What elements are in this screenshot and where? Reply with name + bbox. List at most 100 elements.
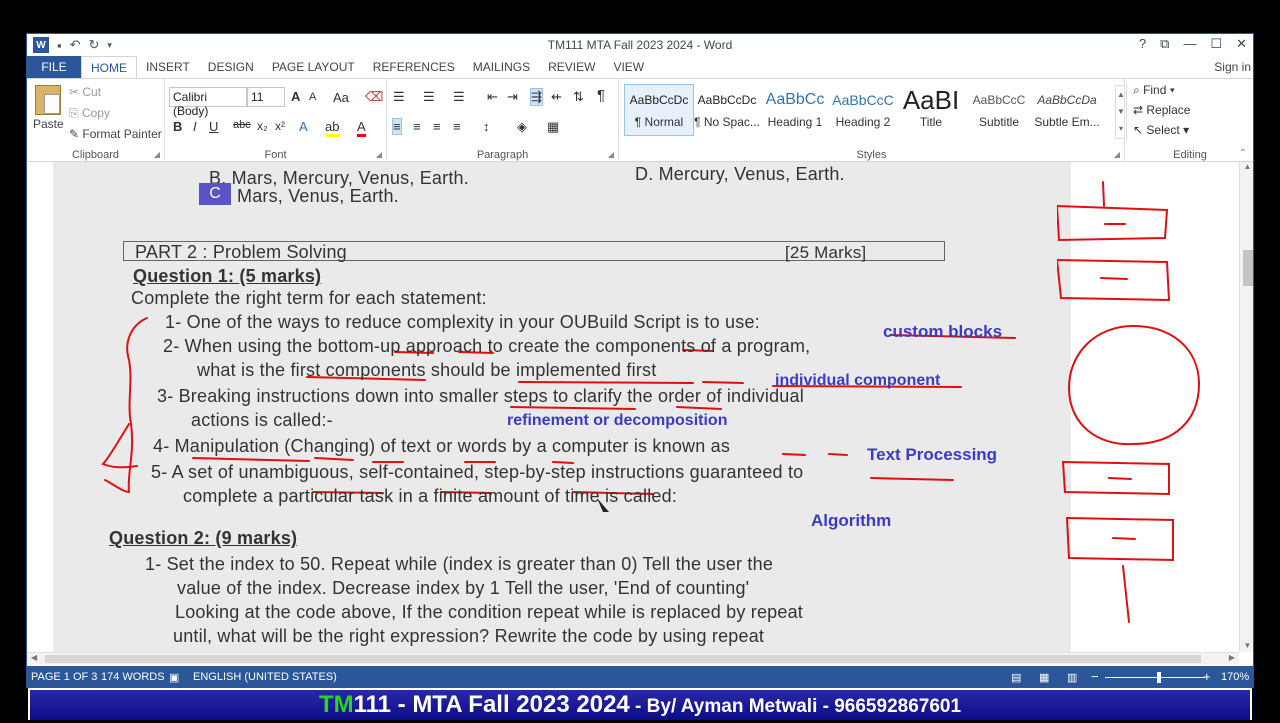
sign-in-link[interactable]: Sign in (1214, 60, 1251, 74)
horizontal-scrollbar[interactable]: ◀ ▶ (27, 652, 1239, 664)
clear-formatting-icon[interactable]: ⌫ (365, 89, 383, 105)
show-marks-icon[interactable]: ¶ (597, 87, 605, 104)
increase-indent-icon[interactable]: ⇥ (507, 89, 518, 105)
tab-insert[interactable]: INSERT (137, 56, 199, 78)
zoom-slider-thumb[interactable] (1157, 672, 1161, 683)
tab-design[interactable]: DESIGN (199, 56, 263, 78)
style-heading-2[interactable]: AaBbCcC Heading 2 (829, 85, 897, 135)
margin-drawing (1057, 181, 1201, 623)
tab-view[interactable]: VIEW (604, 56, 653, 78)
style-name: Heading 1 (767, 115, 823, 129)
styles-group: AaBbCcDc ¶ Normal AaBbCcDc ¶ No Spac... … (619, 79, 1127, 163)
underline-mark (676, 406, 722, 410)
tab-page-layout[interactable]: PAGE LAYOUT (263, 56, 364, 78)
change-case-icon[interactable]: Aa (333, 90, 349, 105)
replace-button[interactable]: ⇄ Replace (1133, 103, 1190, 117)
decrease-indent-icon[interactable]: ⇤ (487, 89, 498, 105)
zoom-slider[interactable] (1105, 677, 1205, 678)
subscript-icon[interactable]: x₂ (257, 119, 268, 133)
window-controls: ? ⧉ — ☐ ✕ (1139, 36, 1247, 52)
print-layout-icon[interactable]: ▦ (1039, 671, 1049, 684)
style-no-spacing[interactable]: AaBbCcDc ¶ No Spac... (693, 85, 761, 135)
sort-icon[interactable]: ⇅ (573, 89, 584, 105)
word-count[interactable]: 174 WORDS (101, 671, 165, 683)
strikethrough-icon[interactable]: abc (233, 119, 251, 131)
q1-item-2-cont: what is the first components should be i… (197, 360, 657, 380)
document-page[interactable]: B. Mars, Mercury, Venus, Earth. C Mars, … (53, 162, 1071, 652)
style-normal[interactable]: AaBbCcDc ¶ Normal (624, 84, 694, 136)
font-color-icon[interactable]: A (357, 119, 366, 137)
numbering-icon[interactable]: ☰ (423, 89, 435, 105)
proofing-icon[interactable]: ▣ (169, 671, 179, 684)
horizontal-scroll-thumb[interactable] (45, 655, 1201, 663)
scroll-down-icon[interactable]: ▼ (1240, 641, 1253, 650)
clipboard-launcher-icon[interactable]: ◢ (154, 150, 160, 159)
vertical-scroll-thumb[interactable] (1243, 250, 1253, 286)
align-left-icon[interactable]: ≡ (392, 118, 402, 135)
font-size-box[interactable]: 11 (247, 87, 285, 107)
option-c: Mars, Venus, Earth. (237, 186, 399, 206)
borders-icon[interactable]: ▦ (547, 119, 559, 135)
minimize-icon[interactable]: — (1183, 36, 1196, 52)
tab-home[interactable]: HOME (81, 56, 137, 78)
language[interactable]: ENGLISH (UNITED STATES) (193, 671, 337, 683)
zoom-out-button[interactable]: − (1091, 669, 1099, 684)
paragraph-launcher-icon[interactable]: ◢ (608, 150, 614, 159)
scroll-left-icon[interactable]: ◀ (31, 653, 37, 662)
cut-button[interactable]: ✂ Cut (69, 85, 101, 99)
styles-launcher-icon[interactable]: ◢ (1114, 150, 1120, 159)
text-effects-icon[interactable]: A (299, 119, 308, 134)
word-window: W ▪ ↶ ↻ ▾ TM111 MTA Fall 2023 2024 - Wor… (26, 33, 1254, 688)
document-area: B. Mars, Mercury, Venus, Earth. C Mars, … (27, 162, 1253, 664)
style-subtitle[interactable]: AaBbCcC Subtitle (965, 85, 1033, 135)
tab-references[interactable]: REFERENCES (364, 56, 464, 78)
grow-font-icon[interactable]: A (291, 89, 300, 104)
collapse-ribbon-icon[interactable]: ⌃ (1239, 148, 1247, 159)
line-spacing-icon[interactable]: ↕ (483, 119, 490, 134)
zoom-level[interactable]: 170% (1221, 671, 1249, 683)
shrink-font-icon[interactable]: A (309, 91, 316, 103)
font-launcher-icon[interactable]: ◢ (376, 150, 382, 159)
font-name-box[interactable]: Calibri (Body) (169, 87, 247, 118)
read-mode-icon[interactable]: ▤ (1011, 671, 1021, 684)
find-button[interactable]: ⌕ Find ▾ (1133, 83, 1175, 98)
bullets-icon[interactable]: ☰ (393, 89, 405, 105)
style-title[interactable]: AaBI Title (897, 85, 965, 135)
bold-icon[interactable]: B (173, 119, 182, 134)
page-count[interactable]: PAGE 1 OF 3 (31, 671, 97, 683)
paste-button[interactable]: Paste (33, 85, 64, 131)
replace-label: Replace (1146, 103, 1191, 117)
scroll-up-icon[interactable]: ▲ (1240, 162, 1253, 171)
highlight-icon[interactable]: ab (325, 119, 340, 137)
paragraph-label: Paragraph (476, 149, 529, 161)
zoom-in-button[interactable]: + (1203, 669, 1211, 684)
font-size-value: 11 (251, 90, 264, 104)
justify-icon[interactable]: ≡ (453, 119, 461, 134)
rtl-icon[interactable]: ⇷ (551, 89, 562, 105)
italic-icon[interactable]: I (193, 119, 197, 134)
clipboard-label: Clipboard (71, 149, 120, 161)
format-painter-button[interactable]: ✎ Format Painter (69, 127, 162, 141)
tab-review[interactable]: REVIEW (539, 56, 604, 78)
select-button[interactable]: ↖ Select ▾ (1133, 123, 1189, 137)
copy-button[interactable]: ⎘ Copy (69, 106, 110, 121)
ribbon-display-icon[interactable]: ⧉ (1160, 36, 1169, 52)
web-layout-icon[interactable]: ▥ (1067, 671, 1077, 684)
align-right-icon[interactable]: ≡ (433, 119, 441, 134)
ltr-icon[interactable]: ⇶ (530, 88, 543, 106)
multilevel-list-icon[interactable]: ☰ (453, 89, 465, 105)
maximize-icon[interactable]: ☐ (1210, 36, 1222, 52)
help-icon[interactable]: ? (1139, 36, 1146, 52)
align-center-icon[interactable]: ≡ (413, 119, 421, 134)
scroll-right-icon[interactable]: ▶ (1229, 653, 1235, 662)
underline-icon[interactable]: U (209, 119, 218, 134)
tab-mailings[interactable]: MAILINGS (464, 56, 539, 78)
shading-icon[interactable]: ◈ (517, 119, 527, 135)
vertical-scrollbar[interactable]: ▲ ▼ (1239, 162, 1253, 652)
tab-file[interactable]: FILE (27, 56, 81, 78)
close-icon[interactable]: ✕ (1236, 36, 1247, 52)
superscript-icon[interactable]: x² (275, 119, 285, 133)
style-heading-1[interactable]: AaBbCc Heading 1 (761, 85, 829, 135)
style-subtle-emphasis[interactable]: AaBbCcDa Subtle Em... (1033, 85, 1101, 135)
style-sample: AaBbCcDc (629, 93, 689, 107)
